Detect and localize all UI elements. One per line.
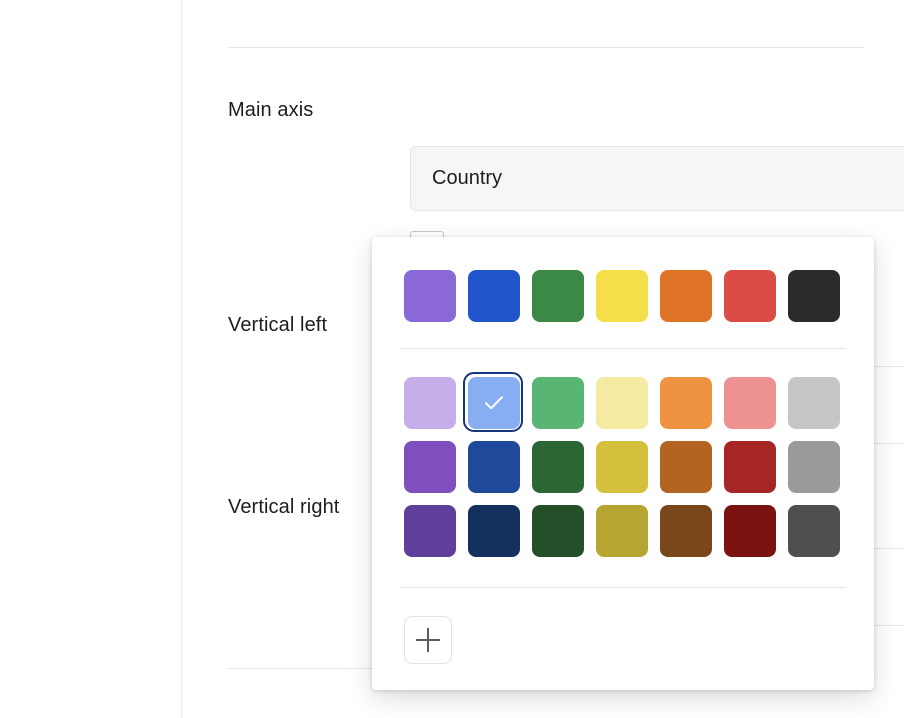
- app-root: Main axis Country Aggrega Vertical left …: [0, 0, 904, 718]
- color-swatch[interactable]: [404, 441, 456, 493]
- color-swatch[interactable]: [724, 441, 776, 493]
- color-swatch[interactable]: [468, 505, 520, 557]
- panel-top-divider: [228, 47, 863, 48]
- color-picker-popover: [372, 237, 874, 690]
- add-color-wrap: [372, 588, 874, 664]
- color-swatch[interactable]: [468, 441, 520, 493]
- color-swatch[interactable]: [788, 505, 840, 557]
- base-colors-section: [372, 237, 874, 322]
- dark-shade-row: [372, 493, 874, 557]
- color-swatch[interactable]: [660, 270, 712, 322]
- color-swatch[interactable]: [724, 505, 776, 557]
- color-swatch[interactable]: [788, 377, 840, 429]
- color-swatch[interactable]: [596, 505, 648, 557]
- color-swatch[interactable]: [788, 270, 840, 322]
- color-swatch[interactable]: [532, 441, 584, 493]
- color-swatch[interactable]: [724, 270, 776, 322]
- plus-icon: [416, 628, 440, 652]
- color-swatch[interactable]: [532, 377, 584, 429]
- main-axis-value: Country: [432, 167, 503, 189]
- shade-colors-section: [372, 349, 874, 557]
- main-axis-label: Main axis: [228, 99, 314, 121]
- mid-shade-row: [372, 429, 874, 493]
- color-swatch[interactable]: [404, 270, 456, 322]
- color-swatch[interactable]: [660, 377, 712, 429]
- color-swatch[interactable]: [596, 270, 648, 322]
- check-icon: [468, 377, 520, 429]
- left-sidebar: [0, 0, 182, 718]
- vertical-right-label: Vertical right: [228, 496, 340, 518]
- light-shade-row: [372, 372, 874, 432]
- color-swatch[interactable]: [788, 441, 840, 493]
- color-swatch[interactable]: [404, 377, 456, 429]
- color-swatch[interactable]: [532, 505, 584, 557]
- color-swatch[interactable]: [532, 270, 584, 322]
- color-swatch-selected[interactable]: [463, 372, 523, 432]
- add-color-button[interactable]: [404, 616, 452, 664]
- color-swatch[interactable]: [404, 505, 456, 557]
- color-swatch[interactable]: [468, 270, 520, 322]
- vertical-left-label: Vertical left: [228, 314, 328, 336]
- color-swatch[interactable]: [660, 441, 712, 493]
- color-swatch[interactable]: [596, 441, 648, 493]
- main-axis-select[interactable]: Country: [410, 146, 904, 211]
- base-color-row: [372, 237, 874, 322]
- color-swatch[interactable]: [596, 377, 648, 429]
- color-swatch[interactable]: [724, 377, 776, 429]
- color-swatch[interactable]: [660, 505, 712, 557]
